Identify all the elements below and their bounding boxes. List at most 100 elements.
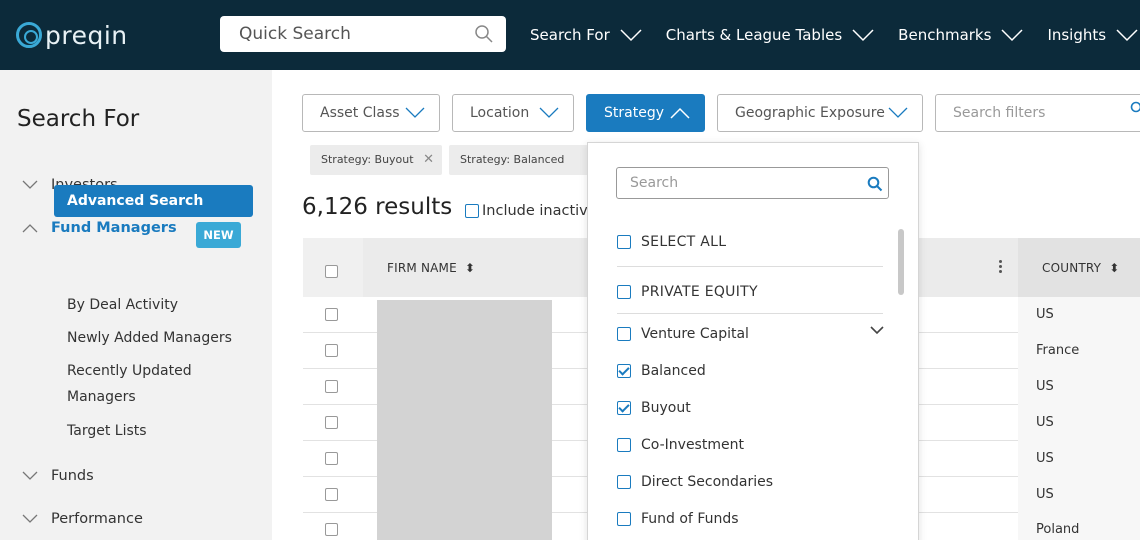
quick-search-box — [220, 16, 506, 52]
filter-chip-balanced: Strategy: Balanced — [449, 145, 589, 175]
filter-asset-class[interactable]: Asset Class — [302, 94, 440, 132]
logo-text: preqin — [45, 20, 128, 50]
nav-insights-label: Insights — [1047, 26, 1107, 44]
private-equity-group-option[interactable]: PRIVATE EQUITY — [617, 284, 758, 300]
select-all-option[interactable]: SELECT ALL — [617, 234, 726, 250]
strategy-option-balanced[interactable]: Balanced — [617, 363, 706, 379]
filter-chip-balanced-label: Strategy: Balanced — [460, 153, 565, 166]
country-cell: France — [1036, 343, 1080, 358]
chevron-up-icon — [22, 224, 38, 233]
sidebar-group-fund-managers[interactable]: Fund Managers — [22, 220, 177, 236]
sidebar-group-performance-label: Performance — [51, 511, 143, 527]
chevron-down-icon — [22, 514, 38, 523]
search-filters-input[interactable] — [936, 95, 1116, 131]
sidebar-group-funds[interactable]: Funds — [22, 468, 94, 484]
row-checkbox[interactable] — [325, 488, 338, 501]
row-checkbox[interactable] — [325, 308, 338, 321]
country-cell: US — [1036, 487, 1054, 502]
row-checkbox[interactable] — [325, 523, 338, 536]
row-checkbox[interactable] — [325, 452, 338, 465]
sidebar-item-recently-updated-managers[interactable]: Recently Updated Managers — [67, 358, 192, 410]
row-checkbox[interactable] — [325, 344, 338, 357]
sidebar-item-newly-added-managers[interactable]: Newly Added Managers — [67, 325, 232, 351]
include-inactive-label: Include inactive — [482, 203, 597, 219]
close-icon[interactable]: ✕ — [423, 145, 434, 175]
nav-charts-league-tables[interactable]: Charts & League Tables — [666, 26, 875, 44]
row-checkbox[interactable] — [325, 380, 338, 393]
sidebar-group-performance[interactable]: Performance — [22, 511, 143, 527]
filter-chip-buyout-label: Strategy: Buyout — [321, 153, 414, 166]
strategy-option-label: Direct Secondaries — [641, 474, 774, 490]
country-cell: US — [1036, 451, 1054, 466]
nav-benchmarks-label: Benchmarks — [898, 26, 992, 44]
strategy-checkbox[interactable] — [617, 512, 631, 526]
row-checkbox[interactable] — [325, 416, 338, 429]
strategy-checkbox-checked[interactable] — [617, 364, 631, 378]
strategy-option-fund-of-funds[interactable]: Fund of Funds — [617, 511, 739, 527]
firm-name-column-header[interactable]: FIRM NAME ⬍ — [387, 261, 475, 275]
chevron-down-icon — [22, 471, 38, 480]
country-cell: Poland — [1036, 522, 1080, 537]
top-navigation-bar: preqin Search For Charts & League Tables… — [0, 0, 1140, 70]
nav-charts-label: Charts & League Tables — [665, 26, 843, 44]
sidebar-group-funds-label: Funds — [51, 468, 94, 484]
search-icon[interactable] — [1130, 101, 1140, 115]
strategy-checkbox-checked[interactable] — [617, 401, 631, 415]
filter-location[interactable]: Location — [452, 94, 574, 132]
search-icon[interactable] — [867, 176, 883, 192]
chevron-down-icon — [888, 107, 908, 118]
logo-mark-icon — [16, 22, 42, 48]
nav-search-for[interactable]: Search For — [530, 26, 643, 44]
sidebar-item-advanced-search[interactable]: Advanced Search — [54, 185, 253, 217]
filter-location-label: Location — [470, 105, 530, 121]
filter-strategy[interactable]: Strategy — [586, 94, 705, 132]
nav-insights[interactable]: Insights — [1047, 26, 1139, 44]
firm-name-header-label: FIRM NAME — [387, 261, 457, 275]
private-equity-checkbox[interactable] — [617, 285, 631, 299]
country-cell: US — [1036, 415, 1054, 430]
filter-geographic-exposure[interactable]: Geographic Exposure — [717, 94, 923, 132]
chevron-down-icon — [620, 29, 642, 42]
filter-chip-buyout: Strategy: Buyout ✕ — [310, 145, 442, 175]
strategy-search-input[interactable] — [617, 168, 847, 198]
select-all-label: SELECT ALL — [641, 234, 727, 250]
include-inactive-checkbox[interactable] — [465, 204, 479, 218]
nav-benchmarks[interactable]: Benchmarks — [898, 26, 1024, 44]
strategy-checkbox[interactable] — [617, 438, 631, 452]
strategy-option-label: Fund of Funds — [641, 511, 739, 527]
more-options-icon[interactable] — [999, 260, 1003, 274]
sidebar-group-fund-managers-label: Fund Managers — [51, 220, 177, 236]
search-icon[interactable] — [474, 24, 494, 44]
preqin-logo[interactable]: preqin — [16, 18, 128, 52]
strategy-checkbox[interactable] — [617, 327, 631, 341]
country-cell: US — [1036, 379, 1054, 394]
dropdown-scrollbar[interactable] — [898, 229, 904, 295]
sidebar-item-by-deal-activity[interactable]: By Deal Activity — [67, 292, 178, 318]
country-column-header[interactable]: COUNTRY ⬍ — [1042, 261, 1120, 275]
chevron-down-icon — [1116, 29, 1138, 42]
strategy-option-label: Venture Capital — [641, 326, 749, 342]
nav-search-for-label: Search For — [530, 26, 610, 44]
redacted-firm-names — [377, 300, 552, 540]
select-all-checkbox[interactable] — [617, 235, 631, 249]
strategy-option-label: Co-Investment — [641, 437, 744, 453]
strategy-checkbox[interactable] — [617, 475, 631, 489]
include-inactive-toggle[interactable]: Include inactive — [465, 203, 597, 219]
private-equity-label: PRIVATE EQUITY — [641, 284, 758, 300]
filter-asset-class-label: Asset Class — [320, 105, 400, 121]
select-all-rows-checkbox[interactable] — [325, 265, 338, 278]
search-filters-box — [935, 94, 1140, 132]
sort-icon: ⬍ — [1109, 261, 1120, 275]
chevron-down-icon[interactable] — [870, 326, 884, 336]
strategy-option-venture-capital[interactable]: Venture Capital — [617, 326, 749, 342]
strategy-option-co-investment[interactable]: Co-Investment — [617, 437, 744, 453]
quick-search-input[interactable] — [220, 16, 450, 52]
strategy-option-label: Balanced — [641, 363, 706, 379]
filter-geographic-exposure-label: Geographic Exposure — [735, 105, 885, 121]
strategy-option-buyout[interactable]: Buyout — [617, 400, 691, 416]
country-header-label: COUNTRY — [1042, 261, 1102, 275]
main-nav: Search For Charts & League Tables Benchm… — [530, 0, 1140, 70]
chevron-up-icon — [670, 107, 690, 119]
strategy-option-direct-secondaries[interactable]: Direct Secondaries — [617, 474, 773, 490]
sidebar-item-target-lists[interactable]: Target Lists — [67, 418, 147, 444]
